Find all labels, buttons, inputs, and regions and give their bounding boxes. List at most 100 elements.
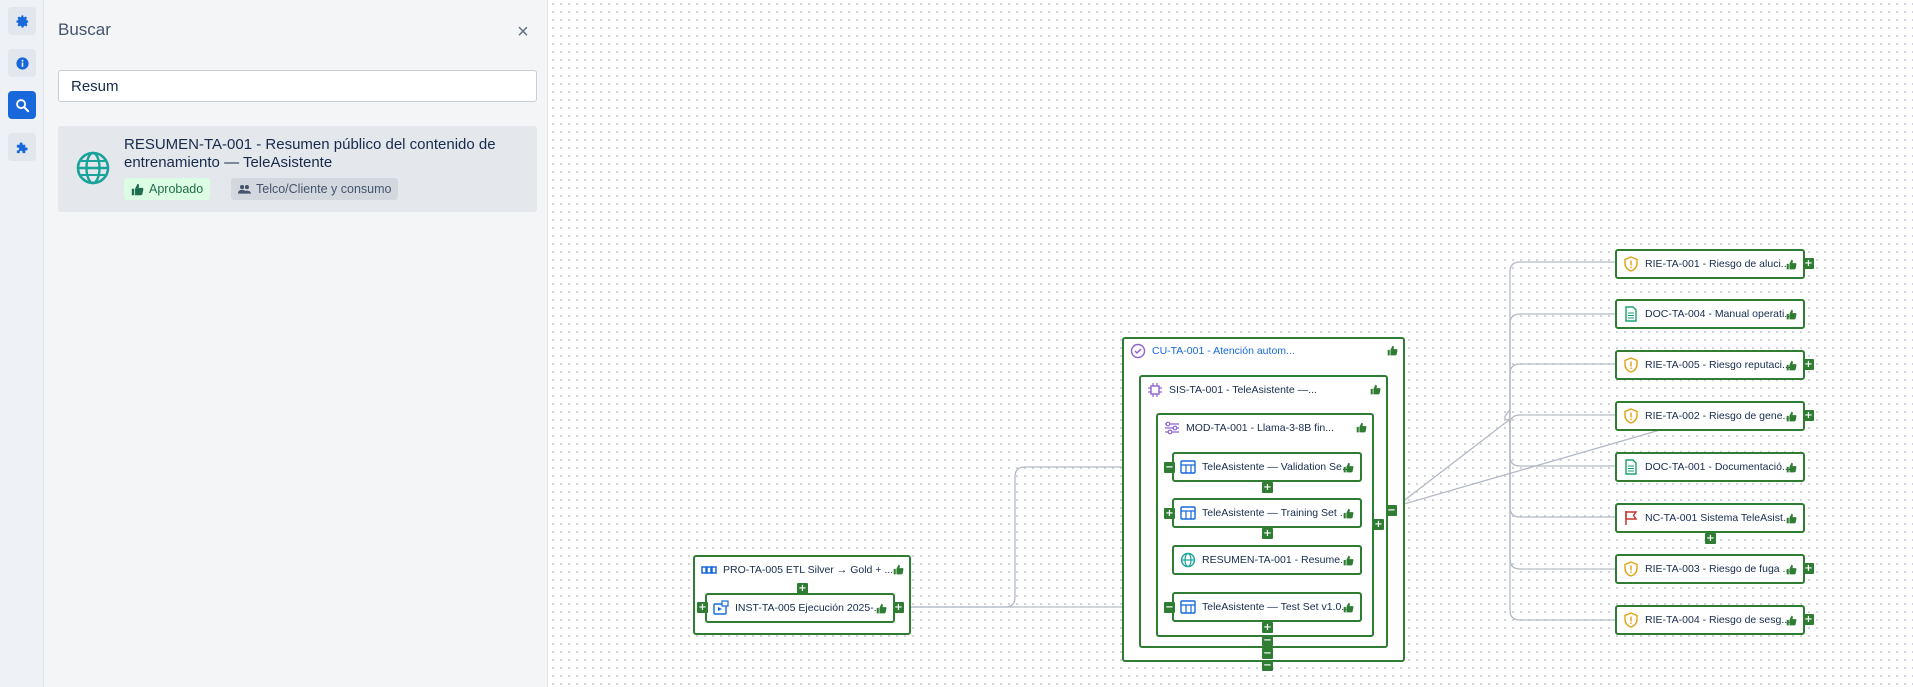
document-icon [1625, 306, 1637, 322]
table-icon [1180, 506, 1196, 520]
node-title: PRO-TA-005 ETL Silver → Gold + ... [723, 564, 894, 576]
graph-node-rie-ta-001[interactable]: RIE-TA-001 - Riesgo de aluci... [1615, 249, 1805, 279]
thumbs-up-icon [1786, 360, 1797, 371]
expand-toggle[interactable]: + [1262, 482, 1273, 493]
risk-shield-icon [1624, 612, 1638, 628]
node-title: INST-TA-005 Ejecución 2025-... [735, 602, 883, 614]
globe-icon [76, 151, 110, 185]
graph-node-test-set[interactable]: TeleAsistente — Test Set v1.0... [1172, 592, 1362, 622]
collapse-toggle[interactable]: − [1262, 660, 1273, 671]
plugins-button[interactable] [8, 133, 36, 161]
close-icon: × [517, 21, 529, 43]
thumbs-up-icon [1387, 345, 1398, 356]
graph-node-resumen-ta-001[interactable]: RESUMEN-TA-001 - Resume... [1172, 545, 1362, 575]
result-title: RESUMEN-TA-001 - Resumen público del con… [124, 136, 496, 171]
search-icon [15, 98, 29, 112]
flag-icon [1625, 511, 1638, 525]
search-input[interactable] [58, 70, 537, 102]
expand-toggle[interactable]: + [1803, 359, 1814, 370]
graph-node-training-set[interactable]: TeleAsistente — Training Set ... [1172, 498, 1362, 528]
expand-toggle[interactable]: + [1803, 563, 1814, 574]
group-badge: Telco/Cliente y consumo [231, 178, 399, 200]
document-icon [1625, 459, 1637, 475]
search-result-item[interactable]: RESUMEN-TA-001 - Resumen público del con… [58, 126, 537, 212]
close-button[interactable]: × [515, 21, 531, 43]
thumbs-up-icon [1343, 462, 1354, 473]
thumbs-up-icon [1786, 411, 1797, 422]
risk-shield-icon [1624, 408, 1638, 424]
thumbs-up-icon [1343, 508, 1354, 519]
model-icon [1165, 421, 1179, 435]
node-title: DOC-TA-004 - Manual operati... [1645, 308, 1794, 320]
search-button[interactable] [8, 91, 36, 119]
collapse-toggle[interactable]: − [1262, 648, 1273, 659]
thumbs-up-icon [1356, 422, 1367, 433]
settings-button[interactable] [8, 7, 36, 35]
execution-icon [713, 600, 729, 615]
graph-node-rie-ta-005[interactable]: RIE-TA-005 - Riesgo reputaci... [1615, 350, 1805, 380]
thumbs-up-icon [1786, 309, 1797, 320]
panel-title: Buscar [58, 20, 111, 39]
thumbs-up-icon [1786, 259, 1797, 270]
search-panel: Buscar × RESUMEN-TA-001 - Resumen públic… [44, 0, 548, 687]
pipeline-icon [701, 566, 717, 574]
thumbs-up-icon [1786, 564, 1797, 575]
node-title: RIE-TA-003 - Riesgo de fuga ... [1645, 563, 1792, 575]
graph-node-doc-ta-001[interactable]: DOC-TA-001 - Documentació... [1615, 452, 1805, 482]
thumbs-up-icon [1343, 602, 1354, 613]
thumbs-up-icon [1370, 384, 1381, 395]
graph-node-nc-ta-001[interactable]: NC-TA-001 Sistema TeleAsist... [1615, 503, 1805, 533]
node-title: TeleAsistente — Validation Se... [1202, 461, 1351, 473]
expand-toggle[interactable]: + [1803, 614, 1814, 625]
thumbs-up-icon [1786, 513, 1797, 524]
group-label: Telco/Cliente y consumo [256, 182, 392, 196]
graph-node-validation-set[interactable]: TeleAsistente — Validation Se... [1172, 452, 1362, 482]
thumbs-up-icon [893, 564, 904, 575]
node-title: RIE-TA-004 - Riesgo de sesg... [1645, 614, 1791, 626]
risk-shield-icon [1624, 357, 1638, 373]
node-title: MOD-TA-001 - Llama-3-8B fin... [1186, 422, 1335, 434]
thumbs-up-icon [876, 603, 887, 614]
graph-node-rie-ta-004[interactable]: RIE-TA-004 - Riesgo de sesg... [1615, 605, 1805, 635]
graph-node-inst-ta-005[interactable]: INST-TA-005 Ejecución 2025-... [705, 593, 895, 623]
graph-node-rie-ta-003[interactable]: RIE-TA-003 - Riesgo de fuga ... [1615, 554, 1805, 584]
status-badge: Aprobado [124, 178, 211, 200]
expand-toggle[interactable]: + [893, 602, 904, 613]
thumbs-up-icon [1343, 555, 1354, 566]
node-title: RIE-TA-001 - Riesgo de aluci... [1645, 258, 1790, 270]
collapse-toggle[interactable]: − [1164, 462, 1175, 473]
table-icon [1180, 600, 1196, 614]
node-title: RIE-TA-005 - Riesgo reputaci... [1645, 359, 1791, 371]
risk-shield-icon [1624, 256, 1638, 272]
users-icon [238, 184, 251, 194]
status-label: Aprobado [149, 182, 204, 196]
globe-icon [1180, 552, 1196, 568]
graph-node-doc-ta-004[interactable]: DOC-TA-004 - Manual operati... [1615, 299, 1805, 329]
node-title: NC-TA-001 Sistema TeleAsist... [1645, 512, 1792, 524]
node-title: RESUMEN-TA-001 - Resume... [1202, 554, 1349, 566]
thumbs-up-icon [1786, 462, 1797, 473]
expand-toggle[interactable]: + [697, 602, 708, 613]
expand-toggle[interactable]: + [1164, 508, 1175, 519]
info-button[interactable] [8, 49, 36, 77]
collapse-toggle[interactable]: − [1262, 635, 1273, 646]
collapse-toggle[interactable]: − [1386, 505, 1397, 516]
table-icon [1180, 460, 1196, 474]
info-icon [15, 56, 29, 70]
expand-toggle[interactable]: + [1803, 258, 1814, 269]
node-title: CU-TA-001 - Atención autom... [1152, 345, 1295, 357]
expand-toggle[interactable]: + [1705, 533, 1716, 544]
chip-icon [1148, 383, 1162, 397]
expand-toggle[interactable]: + [1373, 519, 1384, 530]
expand-toggle[interactable]: + [1262, 622, 1273, 633]
expand-toggle[interactable]: + [1803, 410, 1814, 421]
node-title: SIS-TA-001 - TeleAsistente —... [1169, 384, 1317, 396]
node-title: RIE-TA-002 - Riesgo de gene... [1645, 410, 1792, 422]
use-case-icon [1130, 343, 1146, 359]
gear-icon [15, 14, 28, 28]
node-title: TeleAsistente — Training Set ... [1202, 507, 1349, 519]
node-title: DOC-TA-001 - Documentació... [1645, 461, 1791, 473]
expand-toggle[interactable]: + [1262, 528, 1273, 539]
collapse-toggle[interactable]: − [1164, 602, 1175, 613]
graph-node-rie-ta-002[interactable]: RIE-TA-002 - Riesgo de gene... [1615, 401, 1805, 431]
